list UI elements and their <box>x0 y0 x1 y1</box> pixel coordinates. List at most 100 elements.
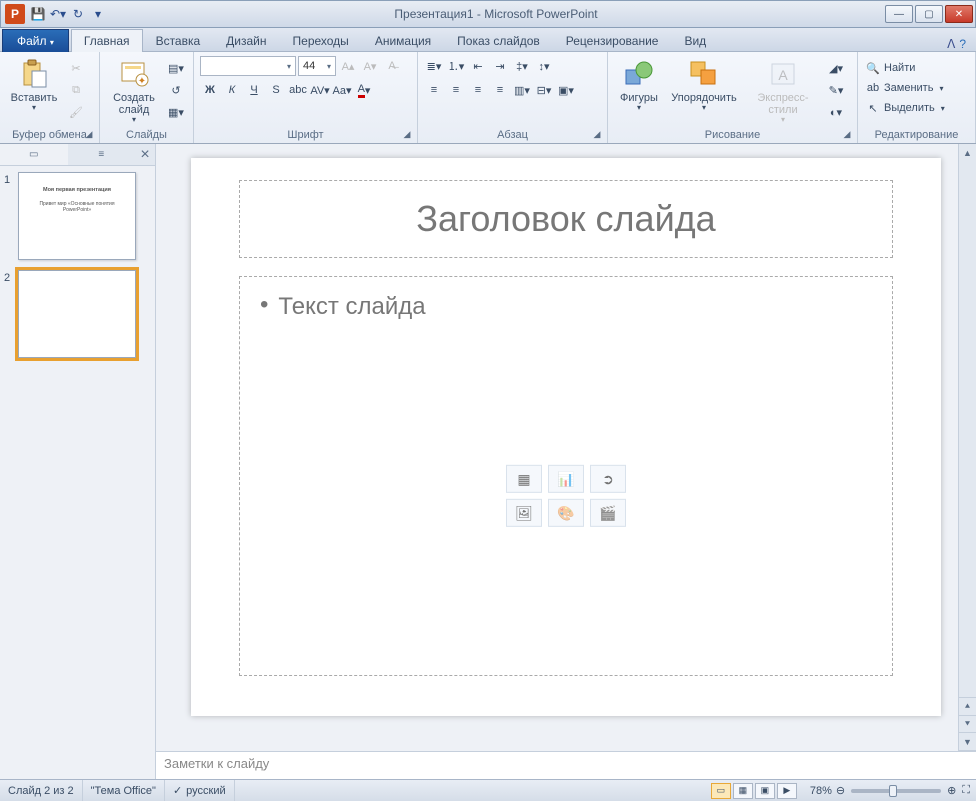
minimize-ribbon-icon[interactable]: ᐱ <box>947 37 955 51</box>
layout-icon[interactable]: ▤▾ <box>166 58 186 78</box>
shape-fill-icon[interactable]: ◢▾ <box>826 58 846 78</box>
clear-format-icon[interactable]: A̶ <box>382 56 402 76</box>
change-case-icon[interactable]: Aa▾ <box>332 80 352 100</box>
find-button[interactable]: 🔍Найти <box>864 58 917 78</box>
slideshow-view-icon[interactable]: ▶ <box>777 783 797 799</box>
tab-animations[interactable]: Анимация <box>362 29 444 52</box>
insert-media-icon[interactable]: 🎬 <box>590 499 626 527</box>
numbering-icon[interactable]: ⒈▾ <box>446 56 466 76</box>
normal-view-icon[interactable]: ▭ <box>711 783 731 799</box>
zoom-out-icon[interactable]: ⊖ <box>836 784 845 797</box>
qat-dropdown-icon[interactable]: ▾ <box>89 5 107 23</box>
file-tab[interactable]: Файл ▾ <box>2 29 69 52</box>
undo-icon[interactable]: ↶▾ <box>49 5 67 23</box>
bullets-icon[interactable]: ≣▾ <box>424 56 444 76</box>
justify-icon[interactable]: ≡ <box>490 80 510 100</box>
group-label: Буфер обмена <box>6 127 93 143</box>
replace-button[interactable]: abЗаменить▾ <box>864 78 945 98</box>
tab-design[interactable]: Дизайн <box>213 29 279 52</box>
new-slide-button[interactable]: ✦ Создать слайд▾ <box>106 56 162 125</box>
columns-icon[interactable]: ▥▾ <box>512 80 532 100</box>
status-language[interactable]: ✓русский <box>165 780 235 801</box>
section-icon[interactable]: ▦▾ <box>166 102 186 122</box>
shape-effects-icon[interactable]: ◐▾ <box>826 102 846 122</box>
tab-insert[interactable]: Вставка <box>143 29 214 52</box>
close-button[interactable]: ✕ <box>945 5 973 23</box>
next-slide-icon[interactable]: ⯆ <box>959 716 976 734</box>
arrange-button[interactable]: Упорядочить▾ <box>668 56 740 113</box>
insert-smartart-icon[interactable]: ➲ <box>590 465 626 493</box>
redo-icon[interactable]: ↻ <box>69 5 87 23</box>
insert-chart-icon[interactable]: 📊 <box>548 465 584 493</box>
text-direction-icon[interactable]: ↕▾ <box>534 56 554 76</box>
smartart-convert-icon[interactable]: ▣▾ <box>556 80 576 100</box>
grow-font-icon[interactable]: A▴ <box>338 56 358 76</box>
zoom-in-icon[interactable]: ⊕ <box>947 784 956 797</box>
prev-slide-icon[interactable]: ⯅ <box>959 698 976 716</box>
vertical-scrollbar[interactable]: ▲ ⯅ ⯆ ▼ <box>958 144 976 751</box>
thumbnails-tab-slides[interactable]: ▭ <box>0 144 68 165</box>
format-painter-icon[interactable]: 🖌 <box>66 102 86 122</box>
align-right-icon[interactable]: ≡ <box>468 80 488 100</box>
shape-outline-icon[interactable]: ✎▾ <box>826 80 846 100</box>
select-button[interactable]: ↖Выделить▾ <box>864 98 947 118</box>
zoom-slider[interactable] <box>851 789 941 793</box>
scroll-down-icon[interactable]: ▼ <box>959 733 976 751</box>
quick-styles-button[interactable]: A Экспресс-стили▾ <box>744 56 822 125</box>
fit-window-icon[interactable]: ⛶ <box>962 784 970 797</box>
align-text-icon[interactable]: ⊟▾ <box>534 80 554 100</box>
para-launcher-icon[interactable]: ◢ <box>591 128 603 140</box>
strike-icon[interactable]: abc <box>288 80 308 100</box>
font-size-combo[interactable]: 44▾ <box>298 56 336 76</box>
slide-thumbnail-2[interactable] <box>18 270 136 358</box>
save-icon[interactable]: 💾 <box>29 5 47 23</box>
status-slide-number[interactable]: Слайд 2 из 2 <box>0 780 83 801</box>
tab-home[interactable]: Главная <box>71 29 143 52</box>
sorter-view-icon[interactable]: ▦ <box>733 783 753 799</box>
font-color-icon[interactable]: A▾ <box>354 80 374 100</box>
copy-icon[interactable]: ⧉ <box>66 80 86 100</box>
tab-view[interactable]: Вид <box>671 29 719 52</box>
tab-review[interactable]: Рецензирование <box>553 29 672 52</box>
align-left-icon[interactable]: ≡ <box>424 80 444 100</box>
align-center-icon[interactable]: ≡ <box>446 80 466 100</box>
indent-icon[interactable]: ⇥ <box>490 56 510 76</box>
spacing-icon[interactable]: AV▾ <box>310 80 330 100</box>
status-theme[interactable]: "Тема Office" <box>83 780 165 801</box>
reset-icon[interactable]: ↺ <box>166 80 186 100</box>
tab-transitions[interactable]: Переходы <box>280 29 362 52</box>
group-clipboard: Вставить▾ ✂ ⧉ 🖌 Буфер обмена ◢ <box>0 52 100 143</box>
shapes-button[interactable]: Фигуры▾ <box>614 56 664 113</box>
insert-table-icon[interactable]: ▦ <box>506 465 542 493</box>
dedent-icon[interactable]: ⇤ <box>468 56 488 76</box>
insert-clipart-icon[interactable]: 🎨 <box>548 499 584 527</box>
font-name-combo[interactable]: ▾ <box>200 56 296 76</box>
font-launcher-icon[interactable]: ◢ <box>401 128 413 140</box>
shrink-font-icon[interactable]: A▾ <box>360 56 380 76</box>
notes-pane[interactable]: Заметки к слайду <box>156 751 976 779</box>
help-icon[interactable]: ? <box>959 37 966 51</box>
tab-slideshow[interactable]: Показ слайдов <box>444 29 553 52</box>
cut-icon[interactable]: ✂ <box>66 58 86 78</box>
slide-thumbnail-1[interactable]: Моя первая презентация Привет мир «Основ… <box>18 172 136 260</box>
paste-button[interactable]: Вставить▾ <box>6 56 62 113</box>
bold-icon[interactable]: Ж <box>200 80 220 100</box>
reading-view-icon[interactable]: ▣ <box>755 783 775 799</box>
italic-icon[interactable]: К <box>222 80 242 100</box>
insert-picture-icon[interactable]: 🖼 <box>506 499 542 527</box>
maximize-button[interactable]: ▢ <box>915 5 943 23</box>
select-icon: ↖ <box>866 101 880 115</box>
shadow-icon[interactable]: S <box>266 80 286 100</box>
clipboard-launcher-icon[interactable]: ◢ <box>83 128 95 140</box>
line-spacing-icon[interactable]: ‡▾ <box>512 56 532 76</box>
content-placeholder[interactable]: •Текст слайда ▦ 📊 ➲ 🖼 🎨 🎬 <box>239 276 893 676</box>
title-placeholder[interactable]: Заголовок слайда <box>239 180 893 258</box>
underline-icon[interactable]: Ч <box>244 80 264 100</box>
thumbnails-close-icon[interactable]: × <box>135 146 155 164</box>
scroll-up-icon[interactable]: ▲ <box>959 144 976 162</box>
thumbnails-tab-outline[interactable]: ≡ <box>68 144 136 165</box>
slide[interactable]: Заголовок слайда •Текст слайда ▦ 📊 ➲ 🖼 🎨… <box>191 158 941 716</box>
zoom-level[interactable]: 78% <box>810 785 832 797</box>
minimize-button[interactable]: — <box>885 5 913 23</box>
drawing-launcher-icon[interactable]: ◢ <box>841 128 853 140</box>
